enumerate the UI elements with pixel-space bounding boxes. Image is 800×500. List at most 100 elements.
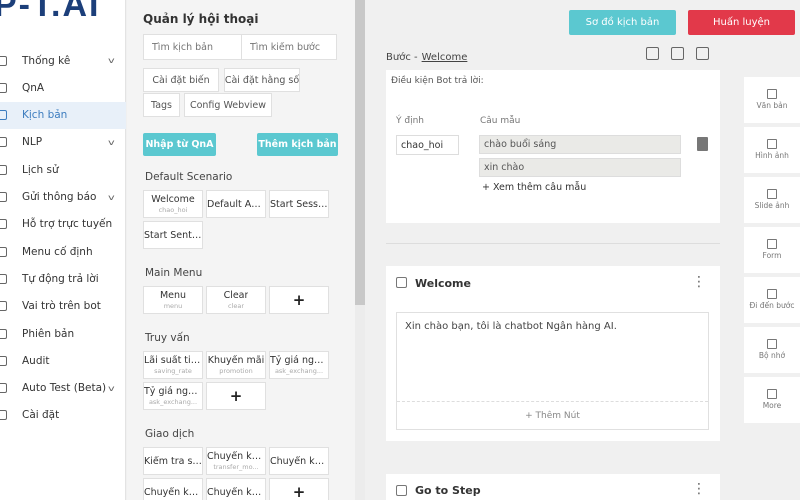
- tool-text[interactable]: Văn bản: [744, 77, 800, 123]
- scenario-card[interactable]: Tỷ giá ngoại...ask_exchang...: [143, 382, 203, 410]
- card-title: Default Ans...: [207, 198, 265, 210]
- save-icon[interactable]: [671, 47, 684, 60]
- sidebar-item[interactable]: Phiên bản: [0, 320, 126, 347]
- import-qna-button[interactable]: Nhập từ QnA: [143, 133, 216, 156]
- card-title: +: [292, 483, 306, 500]
- tool-label: Hình ảnh: [755, 151, 789, 161]
- intent-field[interactable]: chao_hoi: [396, 135, 459, 155]
- scenario-card[interactable]: Chuyển kho...: [143, 478, 203, 500]
- scenario-card[interactable]: Start Session: [269, 190, 329, 218]
- scenario-card[interactable]: Default Ans...: [206, 190, 266, 218]
- tool-label: Form: [762, 251, 782, 261]
- roles-icon: [0, 301, 7, 312]
- constants-settings-button[interactable]: Cài đặt hằng số: [224, 68, 300, 92]
- sidebar-item-label: Auto Test (Beta): [22, 382, 107, 395]
- scenario-card[interactable]: Khuyến mãi promotion: [206, 351, 266, 379]
- card-title: Chuyển kho...: [207, 486, 265, 498]
- scenario-card[interactable]: Start Sente...: [143, 221, 203, 249]
- search-step-input[interactable]: [241, 35, 338, 59]
- add-scenario-card[interactable]: +: [269, 286, 329, 314]
- card-subtitle: transfer_mo...: [213, 463, 259, 471]
- copy-icon[interactable]: [646, 47, 659, 60]
- scenario-card[interactable]: Lãi suất tiết...saving_rate: [143, 351, 203, 379]
- scenario-card[interactable]: Chuyển kho...: [206, 478, 266, 500]
- sidebar-item[interactable]: Audit: [0, 347, 126, 374]
- sidebar-item[interactable]: Vai trò trên bot: [0, 293, 126, 320]
- card-subtitle: ask_exchang...: [148, 398, 198, 406]
- scenario-card[interactable]: Chuyển kho...: [269, 447, 329, 475]
- sidebar-item[interactable]: Menu cố định: [0, 238, 126, 265]
- diagram-button[interactable]: Sơ đồ kịch bản: [569, 10, 676, 35]
- sidebar-item[interactable]: Auto Test (Beta) v: [0, 375, 126, 402]
- scroll-thumb[interactable]: [355, 0, 365, 305]
- scenario-card[interactable]: Chuyển kho...transfer_mo...: [206, 447, 266, 475]
- card-title: Lãi suất tiết...: [144, 355, 202, 366]
- tool-slides[interactable]: Slide ảnh: [744, 177, 800, 223]
- history-icon: [0, 164, 7, 175]
- more-samples-link[interactable]: + Xem thêm câu mẫu: [482, 182, 586, 193]
- tool-memory[interactable]: Bộ nhớ: [744, 327, 800, 373]
- card-title: +: [292, 291, 306, 309]
- add-scenario-button[interactable]: Thêm kịch bản: [257, 133, 338, 156]
- scenario-card[interactable]: Menu menu: [143, 286, 203, 314]
- card-title: Chuyển kho...: [144, 486, 202, 498]
- sidebar-item[interactable]: Gửi thông báo v: [0, 184, 126, 211]
- more-vertical-icon[interactable]: ⋮: [692, 482, 706, 496]
- message-text[interactable]: Xin chào bạn, tôi là chatbot Ngân hàng A…: [405, 321, 617, 332]
- search-scenario-input[interactable]: [144, 35, 241, 59]
- variables-settings-button[interactable]: Cài đặt biến: [143, 68, 219, 92]
- sample-sentence[interactable]: xin chào: [479, 158, 681, 177]
- sample-sentence[interactable]: chào buổi sáng: [479, 135, 681, 154]
- scenario-card[interactable]: Clear clear: [206, 286, 266, 314]
- tool-form[interactable]: Form: [744, 227, 800, 273]
- card-subtitle: clear: [227, 302, 245, 310]
- tags-button[interactable]: Tags: [143, 93, 180, 117]
- scenario-card[interactable]: Kiểm tra số ...: [143, 447, 203, 475]
- sidebar-item-label: Tự động trả lời: [22, 272, 99, 285]
- card-title: Menu: [159, 290, 187, 301]
- samples-label: Câu mẫu: [480, 116, 521, 126]
- add-scenario-card[interactable]: +: [269, 478, 329, 500]
- sidebar-item[interactable]: Kịch bản: [0, 101, 126, 129]
- sidebar-item-label: NLP: [22, 136, 43, 149]
- chevron-down-icon: v: [108, 383, 115, 393]
- more-icon: [767, 389, 777, 400]
- scenario-card[interactable]: Welcome chao_hoi: [143, 190, 203, 218]
- card-title: Welcome: [151, 194, 195, 205]
- more-vertical-icon[interactable]: ⋮: [692, 275, 706, 289]
- tool-more[interactable]: More: [744, 377, 800, 423]
- tool-label: Văn bản: [756, 101, 788, 111]
- card-subtitle: ask_exchang...: [274, 367, 324, 375]
- trash-icon[interactable]: [697, 137, 708, 151]
- add-button-row[interactable]: + Thêm Nút: [397, 401, 708, 429]
- sidebar-item-label: Hỗ trợ trực tuyến: [22, 218, 113, 231]
- sidebar-item[interactable]: Tự động trả lời: [0, 265, 126, 292]
- train-button[interactable]: Huấn luyện: [688, 10, 795, 35]
- sidebar-item[interactable]: Lịch sử: [0, 156, 126, 183]
- card-title: Khuyến mãi: [207, 355, 265, 366]
- scenario-panel: Quản lý hội thoại Cài đặt biến Cài đặt h…: [127, 0, 355, 500]
- duplicate-icon[interactable]: [696, 47, 709, 60]
- add-scenario-card[interactable]: +: [206, 382, 266, 410]
- chevron-down-icon: v: [108, 56, 115, 65]
- scenario-card[interactable]: Tỷ giá ngoại...ask_exchang...: [269, 351, 329, 379]
- sidebar-item[interactable]: Hỗ trợ trực tuyến: [0, 211, 126, 238]
- sidebar-item-label: Lịch sử: [22, 163, 59, 176]
- card-title: Start Session: [270, 198, 328, 210]
- tool-label: Slide ảnh: [754, 201, 790, 211]
- message-box[interactable]: Xin chào bạn, tôi là chatbot Ngân hàng A…: [396, 312, 709, 430]
- config-webview-button[interactable]: Config Webview: [184, 93, 272, 117]
- sidebar-item[interactable]: QnA: [0, 74, 126, 101]
- tool-goto[interactable]: Đi đến bước: [744, 277, 800, 323]
- step-name-link[interactable]: Welcome: [422, 52, 468, 63]
- intent-label: Ý định: [396, 116, 424, 126]
- sidebar-item[interactable]: Thống kê v: [0, 47, 126, 74]
- condition-title: Điều kiện Bot trả lời:: [391, 76, 484, 86]
- panel-title: Quản lý hội thoại: [143, 12, 259, 26]
- chevron-down-icon: v: [108, 137, 115, 147]
- sidebar-item[interactable]: Cài đặt: [0, 402, 126, 429]
- tool-image[interactable]: Hình ảnh: [744, 127, 800, 173]
- sidebar-item[interactable]: NLP v: [0, 129, 126, 156]
- memory-icon: [767, 339, 777, 350]
- panel-scrollbar[interactable]: [355, 0, 365, 500]
